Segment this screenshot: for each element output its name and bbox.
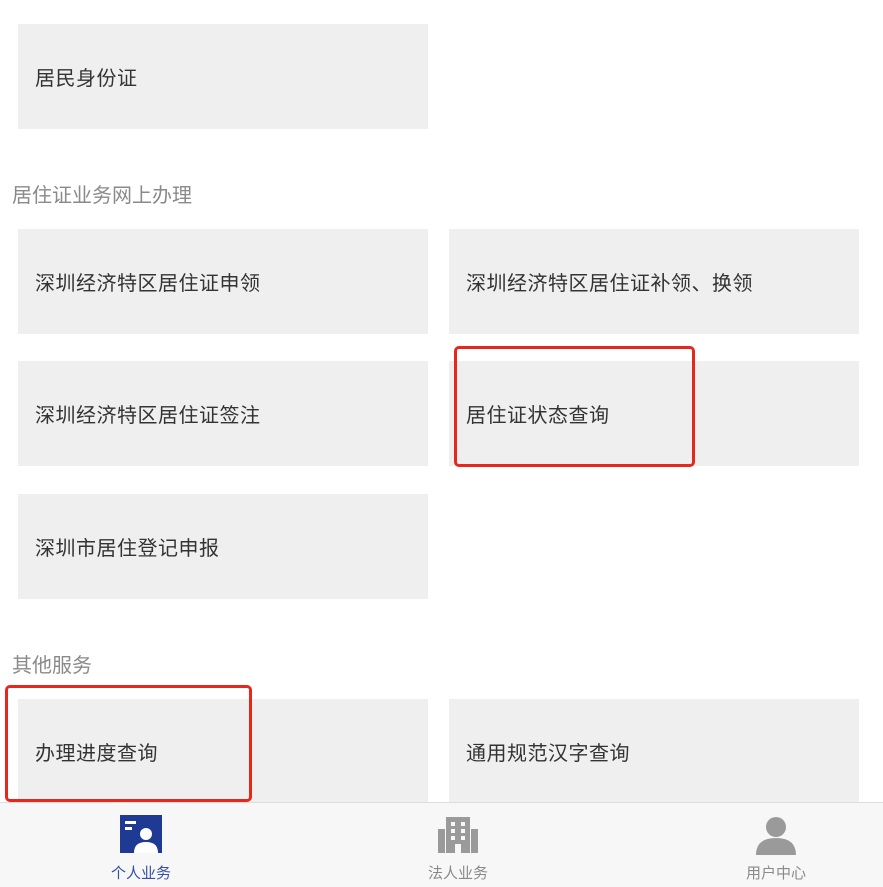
tile-label: 深圳经济特区居住证补领、换领 [466, 271, 753, 295]
tile-residence-permit-endorse[interactable]: 深圳经济特区居住证签注 [18, 361, 428, 466]
tile-chinese-character-query[interactable]: 通用规范汉字查询 [449, 699, 859, 804]
tile-progress-query[interactable]: 办理进度查询 [18, 699, 428, 804]
tile-residence-permit-apply[interactable]: 深圳经济特区居住证申领 [18, 229, 428, 334]
tile-label: 居住证状态查询 [466, 403, 610, 427]
tile-label: 深圳经济特区居住证签注 [35, 403, 261, 427]
tab-personal-business[interactable]: 个人业务 [41, 803, 241, 887]
tile-residence-registration[interactable]: 深圳市居住登记申报 [18, 494, 428, 599]
tile-label: 通用规范汉字查询 [466, 741, 630, 765]
tile-label: 深圳经济特区居住证申领 [35, 271, 261, 295]
building-icon [437, 815, 479, 857]
tab-corporate-business[interactable]: 法人业务 [358, 803, 558, 887]
section-title-residence-permit: 居住证业务网上办理 [12, 185, 192, 207]
tab-label: 个人业务 [110, 865, 171, 882]
person-card-icon [120, 815, 162, 857]
tile-label: 深圳市居住登记申报 [35, 536, 220, 560]
tab-label: 法人业务 [427, 865, 488, 882]
tile-residence-permit-status[interactable]: 居住证状态查询 [449, 361, 859, 466]
tile-resident-id-card[interactable]: 居民身份证 [18, 24, 428, 129]
section-title-other-services: 其他服务 [12, 655, 92, 677]
user-icon [755, 815, 797, 857]
tile-label: 居民身份证 [35, 66, 138, 90]
tile-residence-permit-reissue[interactable]: 深圳经济特区居住证补领、换领 [449, 229, 859, 334]
tab-user-center[interactable]: 用户中心 [676, 803, 876, 887]
tile-label: 办理进度查询 [35, 741, 158, 765]
bottom-tab-bar: 个人业务 法人业务 用户中心 [0, 802, 883, 887]
tab-label: 用户中心 [745, 865, 806, 882]
